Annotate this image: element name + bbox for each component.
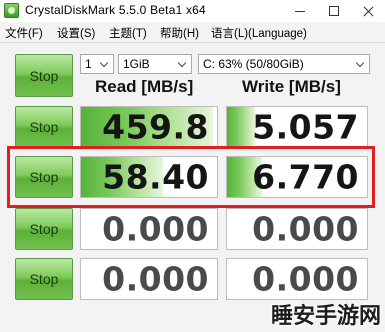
stop-button-row-3[interactable]: Stop — [15, 208, 73, 250]
chevron-down-icon — [356, 58, 366, 70]
read-column-header: Read [MB/s] — [95, 77, 194, 96]
write-result-row-1: 5.057 — [226, 106, 368, 148]
stop-button-label: Stop — [29, 221, 59, 237]
read-result-row-4: 0.000 — [80, 258, 218, 300]
count-select[interactable]: 1 — [80, 54, 114, 74]
stop-all-button[interactable]: Stop — [15, 54, 73, 97]
write-value-row-1: 5.057 — [252, 107, 359, 147]
chevron-down-icon — [178, 58, 188, 70]
read-value-row-4: 0.000 — [102, 259, 209, 299]
read-value-row-3: 0.000 — [102, 209, 209, 249]
write-value-row-3: 0.000 — [252, 209, 359, 249]
stop-button-row-1[interactable]: Stop — [15, 106, 73, 148]
stop-button-row-4[interactable]: Stop — [15, 258, 73, 300]
stop-button-label: Stop — [29, 119, 59, 135]
read-value-row-1: 459.8 — [102, 107, 209, 147]
close-button[interactable] — [351, 0, 385, 22]
write-value-row-4: 0.000 — [252, 259, 359, 299]
write-column-header: Write [MB/s] — [242, 77, 341, 96]
menu-help[interactable]: 帮助(H) — [160, 25, 199, 41]
read-result-row-1: 459.8 — [80, 106, 218, 148]
menu-theme[interactable]: 主题(T) — [109, 25, 147, 41]
minimize-button[interactable] — [283, 0, 317, 22]
size-select[interactable]: 1GiB — [118, 54, 192, 74]
stop-button-label: Stop — [29, 271, 59, 287]
app-disk-icon — [4, 3, 19, 18]
size-value: 1GiB — [123, 57, 150, 71]
menu-divider — [0, 42, 385, 43]
drive-select[interactable]: C: 63% (50/80GiB) — [198, 54, 370, 74]
menu-settings[interactable]: 设置(S) — [57, 25, 95, 41]
window-title: CrystalDiskMark 5.5.0 Beta1 x64 — [25, 3, 206, 17]
maximize-button[interactable] — [317, 0, 351, 22]
title-bar: CrystalDiskMark 5.5.0 Beta1 x64 — [0, 0, 385, 22]
menu-bar: 文件(F) 设置(S) 主题(T) 帮助(H) 语言(L)(Language) — [0, 22, 385, 42]
drive-value: C: 63% (50/80GiB) — [203, 57, 304, 71]
menu-language[interactable]: 语言(L)(Language) — [211, 25, 307, 41]
write-bar-row-1 — [227, 107, 255, 147]
app-window: CrystalDiskMark 5.5.0 Beta1 x64 文件(F) 设置… — [0, 0, 385, 332]
watermark-text: 睡安手游网 — [270, 304, 381, 329]
count-value: 1 — [85, 57, 92, 71]
highlight-annotation-box — [7, 146, 375, 208]
write-result-row-4: 0.000 — [226, 258, 368, 300]
write-result-row-3: 0.000 — [226, 208, 368, 250]
stop-all-label: Stop — [29, 67, 59, 84]
menu-file[interactable]: 文件(F) — [5, 25, 43, 41]
read-result-row-3: 0.000 — [80, 208, 218, 250]
chevron-down-icon — [100, 58, 110, 70]
